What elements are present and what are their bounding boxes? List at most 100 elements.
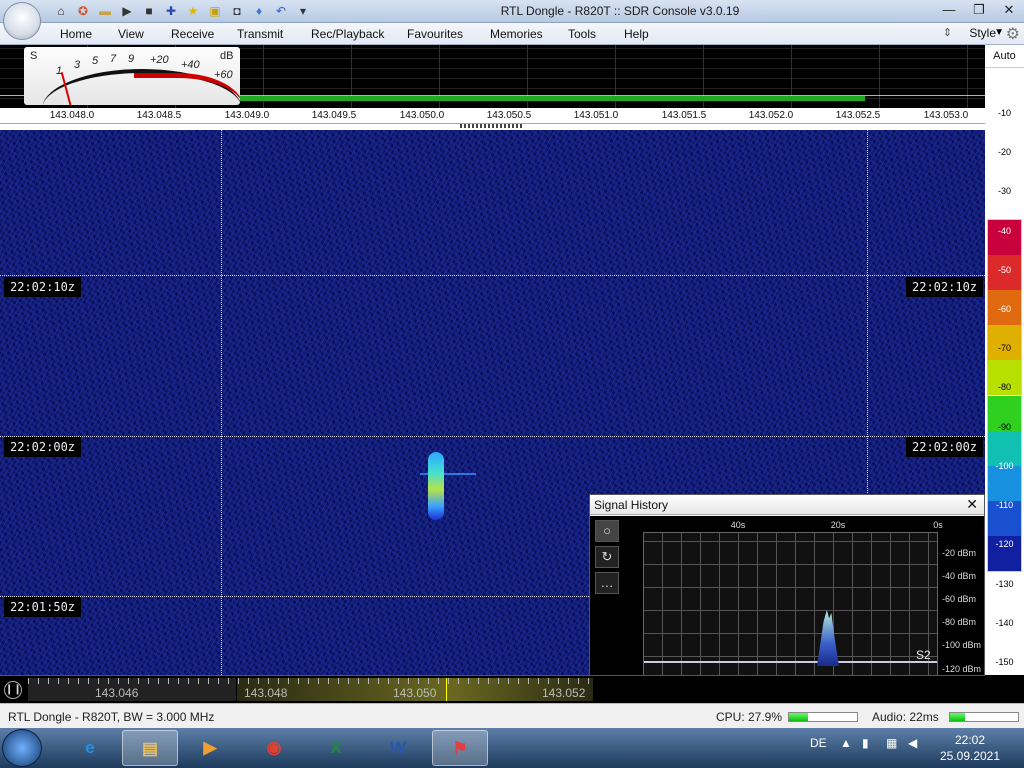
status-bar: RTL Dongle - R820T, BW = 3.000 MHz CPU: … xyxy=(0,703,1024,728)
circle-icon[interactable]: ○ xyxy=(595,520,619,542)
stop-icon[interactable]: ■ xyxy=(140,3,158,19)
s-meter-tick: +60 xyxy=(214,69,233,81)
start-button[interactable] xyxy=(2,729,42,767)
overview-freq-label: 143.050 xyxy=(393,686,437,700)
s-reading: S2 xyxy=(916,648,931,662)
menu-tools[interactable]: Tools xyxy=(568,27,596,41)
menu-home[interactable]: Home xyxy=(60,27,92,41)
clock-date: 25.09.2021 xyxy=(939,749,1001,763)
menu-memories[interactable]: Memories xyxy=(490,27,543,41)
pause-icon[interactable]: ❙❙ xyxy=(4,681,22,699)
lock-icon[interactable]: ▣ xyxy=(206,3,224,19)
word-icon[interactable]: W xyxy=(370,730,426,766)
scroll-arrows-icon[interactable]: ⇕ xyxy=(943,26,952,39)
legend-tick: -110 xyxy=(995,500,1014,510)
overview-frequency-bar[interactable]: ❙❙ 143.046 143.048 143.050 143.052 xyxy=(0,675,985,703)
menu-transmit[interactable]: Transmit xyxy=(237,27,283,41)
window-controls: — ❐ ✕ xyxy=(934,0,1024,20)
history-time-label: 20s xyxy=(830,520,846,530)
play-icon[interactable]: ▶ xyxy=(118,3,136,19)
cpu-meter xyxy=(788,712,858,722)
ribbon-menu: Home View Receive Transmit Rec/Playback … xyxy=(0,23,1024,45)
cpu-status: CPU: 27.9% xyxy=(716,710,783,724)
signal-history-peak xyxy=(817,610,839,666)
network-icon[interactable]: ▦ xyxy=(886,736,897,750)
close-icon[interactable]: ✕ xyxy=(966,496,978,513)
waterfall-time-label: 22:02:10z xyxy=(906,277,984,297)
menu-favourites[interactable]: Favourites xyxy=(407,27,463,41)
s-meter-tick: 9 xyxy=(128,53,135,65)
waterfall-gridline xyxy=(221,130,222,675)
menu-receive[interactable]: Receive xyxy=(171,27,214,41)
target-icon[interactable]: ✪ xyxy=(74,3,92,19)
style-menu[interactable]: Style xyxy=(969,26,996,40)
media-player-icon[interactable]: ▶ xyxy=(182,730,238,766)
folder-icon[interactable]: ▬ xyxy=(96,3,114,19)
history-db-label: -120 dBm xyxy=(942,664,982,674)
history-db-label: -20 dBm xyxy=(942,548,977,558)
app-menu-button[interactable] xyxy=(3,2,41,40)
s-meter-db-label: dB xyxy=(220,50,234,62)
restore-icon[interactable]: ❐ xyxy=(964,0,994,20)
drop-icon[interactable]: ♦ xyxy=(250,3,268,19)
legend-tick: -50 xyxy=(997,265,1011,275)
legend-tick: -120 xyxy=(995,539,1014,549)
s-meter-tick: 1 xyxy=(56,65,63,77)
file-explorer-icon[interactable]: ▤ xyxy=(122,730,178,766)
menu-view[interactable]: View xyxy=(118,27,144,41)
internet-explorer-icon[interactable]: e xyxy=(62,730,118,766)
sdr-console-icon[interactable]: ⚑ xyxy=(432,730,488,766)
star-icon[interactable]: ★ xyxy=(184,3,202,19)
history-time-label: 40s xyxy=(730,520,746,530)
refresh-icon[interactable]: ↻ xyxy=(595,546,619,568)
level-legend: Auto -10 -20 -30 -40 -50 -60 -70 -80 -90… xyxy=(985,45,1024,675)
menu-rec-playback[interactable]: Rec/Playback xyxy=(311,27,384,41)
audio-status: Audio: 22ms xyxy=(872,710,939,724)
signal-history-chart xyxy=(643,532,938,680)
overview-ticks xyxy=(28,678,593,684)
add-icon[interactable]: ✚ xyxy=(162,3,180,19)
frequency-axis[interactable]: 143.048.0 143.048.5 143.049.0 143.049.5 … xyxy=(0,108,985,124)
waterfall-time-label: 22:02:00z xyxy=(906,437,984,457)
freq-tick: 143.053.0 xyxy=(923,110,969,121)
freq-tick: 143.048.0 xyxy=(49,110,95,121)
style-dropdown-icon[interactable]: ▼ xyxy=(994,27,1004,38)
freq-tick: 143.049.0 xyxy=(224,110,270,121)
s-meter: S dB 1 3 5 7 9 +20 +40 +60 xyxy=(24,47,240,105)
menu-help[interactable]: Help xyxy=(624,27,649,41)
gear-icon[interactable]: ⚙ xyxy=(1006,24,1020,44)
undo-icon[interactable]: ↶ xyxy=(272,3,290,19)
signal-history-title: Signal History xyxy=(594,498,669,512)
show-hidden-icons[interactable]: ▲ xyxy=(840,736,852,750)
legend-tick: -130 xyxy=(995,579,1014,589)
freq-tick: 143.052.5 xyxy=(835,110,881,121)
speaker-icon[interactable]: ◀ xyxy=(908,736,917,750)
windows-taskbar: e ▤ ▶ ◉ X W ⚑ DE ▲ ▮ ▦ ◀ 22:02 25.09.202… xyxy=(0,728,1024,768)
freq-tick: 143.050.5 xyxy=(486,110,532,121)
quick-access-toolbar: ⌂ ✪ ▬ ▶ ■ ✚ ★ ▣ ◘ ♦ ↶ ▾ xyxy=(52,3,312,19)
chrome-icon[interactable]: ◉ xyxy=(246,730,302,766)
legend-tick: -100 xyxy=(995,461,1014,471)
freq-tick: 143.051.5 xyxy=(661,110,707,121)
minimize-icon[interactable]: — xyxy=(934,0,964,20)
audio-meter xyxy=(949,712,1019,722)
freq-tick: 143.048.5 xyxy=(136,110,182,121)
signal-history-panel: Signal History ✕ ○ ↻ … 40s 20s 0s -20 dB… xyxy=(589,494,985,700)
system-clock[interactable]: 22:02 25.09.2021 xyxy=(930,732,1010,764)
s-meter-tick: 5 xyxy=(92,55,99,67)
camera-icon[interactable]: ◘ xyxy=(228,3,246,19)
home-icon[interactable]: ⌂ xyxy=(52,3,70,19)
auto-scale-button[interactable]: Auto xyxy=(985,50,1024,68)
language-indicator[interactable]: DE xyxy=(810,736,827,750)
excel-icon[interactable]: X xyxy=(308,730,364,766)
legend-tick: -30 xyxy=(997,186,1011,196)
tuning-marker xyxy=(446,678,447,701)
legend-tick: -70 xyxy=(997,343,1011,353)
waterfall-time-label: 22:02:10z xyxy=(4,277,82,297)
close-icon[interactable]: ✕ xyxy=(994,0,1024,20)
signal-history-header[interactable]: Signal History ✕ xyxy=(590,495,984,515)
more-icon[interactable]: … xyxy=(595,572,619,594)
dropdown-icon[interactable]: ▾ xyxy=(294,3,312,19)
device-icon[interactable]: ▮ xyxy=(862,736,869,750)
legend-tick: -80 xyxy=(997,382,1011,392)
